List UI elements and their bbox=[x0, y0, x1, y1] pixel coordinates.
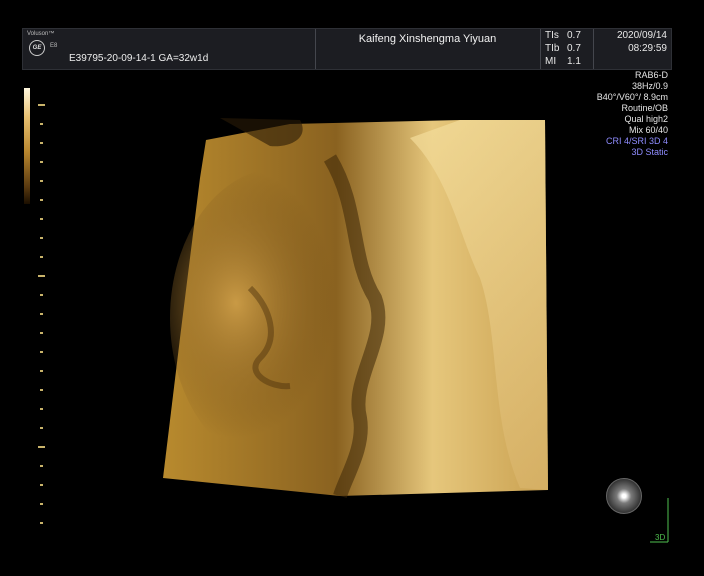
3d-label: 3D bbox=[655, 533, 666, 542]
scan-settings: RAB6-D 38Hz/0.9 B40°/V60°/ 8.9cm Routine… bbox=[597, 70, 668, 158]
setting-line: 38Hz/0.9 bbox=[631, 81, 668, 91]
setting-line: RAB6-D bbox=[634, 70, 668, 80]
setting-line: B40°/V60°/ 8.9cm bbox=[596, 92, 668, 102]
depth-tick bbox=[38, 104, 45, 106]
depth-tick bbox=[40, 465, 43, 467]
depth-tick bbox=[40, 427, 43, 429]
setting-line: Mix 60/40 bbox=[628, 125, 668, 135]
header-bar: Voluson™ GE E8 E39795-20-09-14-1 GA=32w1… bbox=[22, 28, 672, 70]
rendered-volume bbox=[163, 118, 548, 498]
ge-logo-icon: GE bbox=[29, 40, 45, 56]
depth-tick bbox=[40, 484, 43, 486]
depth-tick bbox=[40, 199, 43, 201]
depth-tick bbox=[40, 142, 43, 144]
depth-tick bbox=[40, 332, 43, 334]
param-value: 0.7 bbox=[567, 43, 581, 54]
depth-tick bbox=[40, 237, 43, 239]
param-label: TIb bbox=[545, 43, 560, 54]
depth-tick bbox=[40, 389, 43, 391]
gray-map-bar bbox=[24, 88, 30, 204]
param-value: 1.1 bbox=[567, 56, 581, 67]
date: 2020/09/14 bbox=[616, 30, 667, 41]
depth-tick bbox=[40, 256, 43, 258]
depth-tick bbox=[40, 294, 43, 296]
param-value: 0.7 bbox=[567, 30, 581, 41]
time: 08:29:59 bbox=[628, 43, 667, 54]
orientation-ball-icon[interactable] bbox=[606, 478, 642, 514]
brand-name: Voluson™ bbox=[27, 31, 55, 37]
depth-tick bbox=[40, 123, 43, 125]
setting-line: Routine/OB bbox=[621, 103, 668, 113]
setting-line: 3D Static bbox=[631, 147, 668, 157]
brand-model: E8 bbox=[50, 43, 58, 49]
3d-render-view[interactable] bbox=[160, 118, 550, 498]
depth-tick bbox=[40, 313, 43, 315]
depth-tick bbox=[40, 351, 43, 353]
setting-line: CRI 4/SRI 3D 4 bbox=[605, 136, 668, 146]
setting-line: Qual high2 bbox=[624, 114, 668, 124]
divider bbox=[540, 29, 541, 69]
param-label: TIs bbox=[545, 30, 559, 41]
param-label: MI bbox=[545, 56, 557, 67]
depth-tick bbox=[40, 522, 43, 524]
depth-scale bbox=[38, 104, 46, 544]
depth-tick bbox=[38, 446, 45, 448]
depth-tick bbox=[40, 503, 43, 505]
depth-tick bbox=[40, 180, 43, 182]
depth-tick bbox=[38, 275, 45, 277]
depth-tick bbox=[40, 408, 43, 410]
hospital-name: Kaifeng Xinshengma Yiyuan bbox=[358, 33, 497, 45]
patient-info: E39795-20-09-14-1 GA=32w1d bbox=[69, 53, 209, 64]
depth-tick bbox=[40, 161, 43, 163]
depth-tick bbox=[40, 370, 43, 372]
depth-tick bbox=[40, 218, 43, 220]
logo-area: Voluson™ GE E8 bbox=[23, 29, 67, 69]
divider bbox=[593, 29, 594, 69]
